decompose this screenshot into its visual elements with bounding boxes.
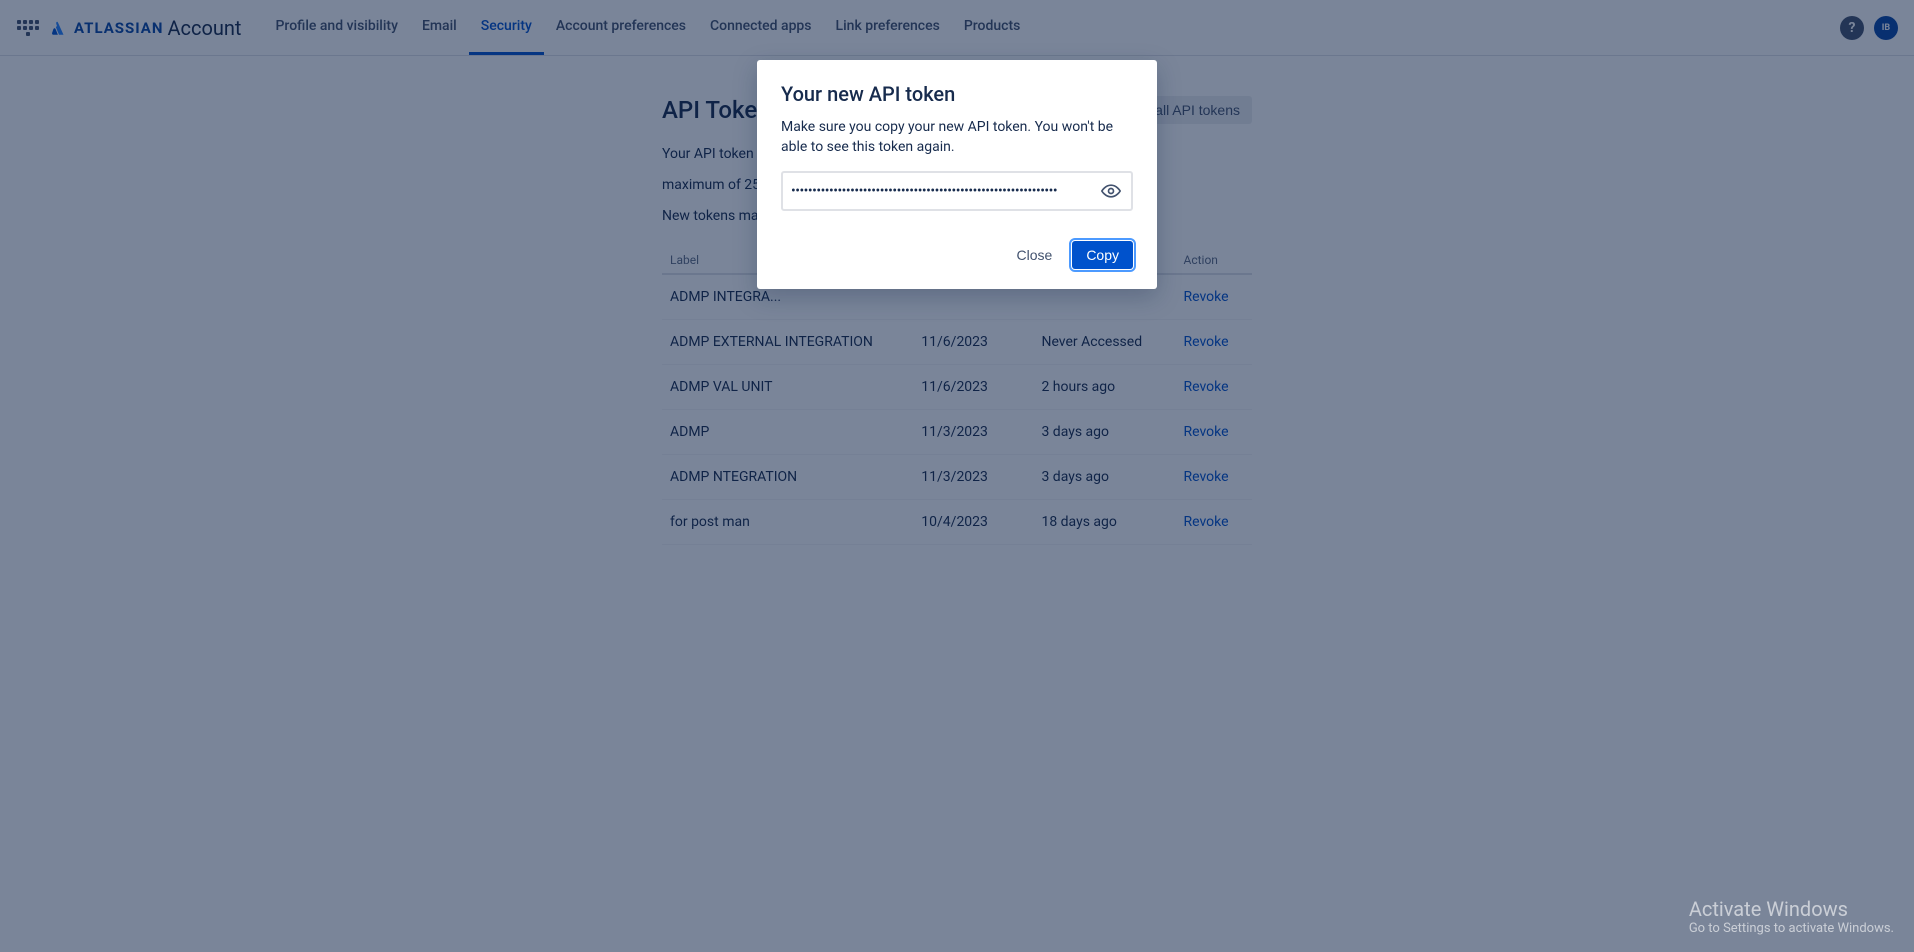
token-field bbox=[781, 171, 1133, 211]
close-button[interactable]: Close bbox=[1007, 241, 1063, 269]
api-token-modal: Your new API token Make sure you copy yo… bbox=[757, 60, 1157, 289]
modal-overlay[interactable]: Your new API token Make sure you copy yo… bbox=[0, 0, 1914, 952]
eye-icon bbox=[1101, 181, 1121, 201]
copy-button[interactable]: Copy bbox=[1072, 241, 1133, 269]
modal-desc: Make sure you copy your new API token. Y… bbox=[781, 118, 1133, 157]
reveal-token-button[interactable] bbox=[1099, 179, 1123, 203]
token-input[interactable] bbox=[791, 183, 1099, 199]
modal-title: Your new API token bbox=[781, 82, 1133, 106]
